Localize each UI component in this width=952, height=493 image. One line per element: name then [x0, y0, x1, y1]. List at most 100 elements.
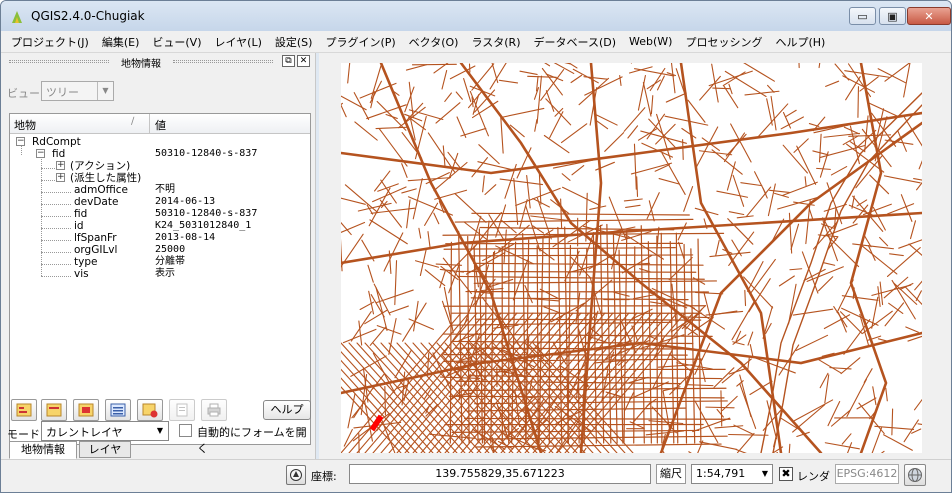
expand-tree-icon: [16, 403, 32, 417]
attribute-value: K24_5031012840_1: [155, 220, 252, 231]
identify-tree[interactable]: 地物 ∕ 値 − RdCompt − fid 50310-12840-s-837…: [9, 113, 311, 445]
qgis-window: QGIS2.4.0-Chugiak ▭ ▣ ✕ プロジェクト(J) 編集(E) …: [0, 0, 952, 493]
window-title: QGIS2.4.0-Chugiak: [31, 9, 145, 23]
tree-row-actions[interactable]: + (アクション): [10, 160, 310, 172]
panel-header: 地物情報 ⧉ ✕: [1, 53, 316, 70]
tree-row-attribute[interactable]: type 分離帯: [10, 256, 310, 268]
attribute-key: lfSpanFr: [74, 232, 117, 244]
projection-button[interactable]: [904, 464, 926, 486]
auto-open-form-checkbox[interactable]: [179, 424, 192, 437]
attribute-key: id: [74, 220, 84, 232]
expand-icon[interactable]: +: [56, 161, 65, 170]
panel-close-button[interactable]: ✕: [297, 55, 310, 67]
scale-combo[interactable]: 1:54,791 ▼: [691, 464, 773, 484]
expand-tree-button[interactable]: [11, 399, 37, 421]
sort-indicator-icon: ∕: [131, 116, 135, 127]
qgis-logo-icon: [12, 11, 22, 23]
chevron-down-icon: ▼: [761, 469, 769, 478]
maximize-button[interactable]: ▣: [879, 7, 906, 25]
close-button[interactable]: ✕: [907, 7, 951, 25]
auto-open-form-label: 自動的にフォームを開く: [197, 426, 307, 455]
identify-panel: 地物情報 ⧉ ✕ ビュー ツリー ▼ 地物 ∕ 値 − RdCompt − fi…: [1, 53, 316, 492]
tab-identify[interactable]: 地物情報: [9, 441, 77, 459]
panel-float-button[interactable]: ⧉: [282, 55, 295, 67]
menu-layer[interactable]: レイヤ(L): [214, 34, 261, 50]
render-checkbox[interactable]: ✖: [779, 467, 793, 481]
tree-derived-label: (派生した属性): [70, 172, 142, 184]
attribute-key: orgGILvl: [74, 244, 118, 256]
tree-row-attribute[interactable]: fid 50310-12840-s-837: [10, 208, 310, 220]
tree-fid-value: 50310-12840-s-837: [155, 148, 258, 159]
tree-row-attribute[interactable]: id K24_5031012840_1: [10, 220, 310, 232]
tree-actions-label: (アクション): [70, 160, 131, 172]
expand-icon[interactable]: +: [56, 173, 65, 182]
expand-new-button[interactable]: [73, 399, 99, 421]
tree-row-fid[interactable]: − fid 50310-12840-s-837: [10, 148, 310, 160]
clear-results-button[interactable]: [137, 399, 163, 421]
panel-title: 地物情報: [121, 59, 161, 70]
tab-layers[interactable]: レイヤ: [79, 441, 131, 458]
column-header-feature[interactable]: 地物: [14, 117, 36, 133]
mode-label: モード: [7, 428, 40, 441]
messages-button[interactable]: [286, 465, 306, 485]
selected-feature[interactable]: [369, 414, 384, 432]
menu-view[interactable]: ビュー(V): [152, 34, 201, 50]
menu-raster[interactable]: ラスタ(R): [471, 34, 520, 50]
copy-icon: [176, 403, 188, 417]
attribute-key: devDate: [74, 196, 119, 208]
attribute-value: 25000: [155, 244, 186, 255]
tree-fid-key: fid: [52, 148, 66, 160]
collapse-tree-button[interactable]: [41, 399, 67, 421]
menu-settings[interactable]: 設定(S): [275, 34, 313, 50]
menu-project[interactable]: プロジェクト(J): [11, 34, 89, 50]
expand-new-icon: [78, 403, 94, 417]
view-select-value: ツリー: [46, 86, 79, 99]
copy-button[interactable]: [169, 399, 195, 421]
view-select[interactable]: ツリー ▼: [41, 81, 114, 101]
road-network-layer: [341, 63, 922, 453]
attribute-value: 分離帯: [155, 256, 185, 267]
panel-grip-right[interactable]: [173, 60, 273, 63]
chevron-down-icon: ▼: [97, 82, 113, 100]
tree-root-label: RdCompt: [32, 136, 81, 148]
tree-row-attribute[interactable]: devDate 2014-06-13: [10, 196, 310, 208]
tree-row-root[interactable]: − RdCompt: [10, 136, 310, 148]
tree-row-attribute[interactable]: admOffice 不明: [10, 184, 310, 196]
scale-value: 1:54,791: [696, 467, 746, 480]
view-list-button[interactable]: [105, 399, 131, 421]
print-icon: [207, 403, 221, 417]
menu-web[interactable]: Web(W): [629, 35, 672, 48]
attribute-value: 2014-06-13: [155, 196, 216, 207]
collapse-tree-icon: [46, 403, 62, 417]
tree-row-attribute[interactable]: lfSpanFr 2013-08-14: [10, 232, 310, 244]
attribute-key: fid: [74, 208, 88, 220]
map-canvas[interactable]: [341, 63, 922, 453]
mode-select-value: カレントレイヤ: [46, 426, 123, 439]
panel-grip[interactable]: [9, 60, 109, 63]
menu-help[interactable]: ヘルプ(H): [775, 34, 825, 50]
view-label: ビュー: [7, 87, 40, 100]
list-icon: [110, 403, 126, 417]
tree-row-derived[interactable]: + (派生した属性): [10, 172, 310, 184]
menu-plugins[interactable]: プラグイン(P): [325, 34, 395, 50]
crs-status-button[interactable]: EPSG:4612: [835, 464, 899, 484]
tree-row-attribute[interactable]: vis 表示: [10, 268, 310, 280]
status-bar: 座標: 139.755829,35.671223 縮尺 1:54,791 ▼ ✖…: [1, 459, 951, 492]
menu-vector[interactable]: ベクタ(O): [409, 34, 459, 50]
coordinate-field[interactable]: 139.755829,35.671223: [349, 464, 651, 484]
minimize-button[interactable]: ▭: [849, 7, 876, 25]
collapse-icon[interactable]: −: [16, 137, 25, 146]
attribute-value: 2013-08-14: [155, 232, 216, 243]
collapse-icon[interactable]: −: [36, 149, 45, 158]
coordinate-label: 座標:: [311, 470, 337, 483]
print-button[interactable]: [201, 399, 227, 421]
menu-processing[interactable]: プロセッシング: [685, 34, 762, 50]
tree-row-attribute[interactable]: orgGILvl 25000: [10, 244, 310, 256]
menu-bar: プロジェクト(J) 編集(E) ビュー(V) レイヤ(L) 設定(S) プラグイ…: [1, 31, 951, 53]
render-label: レンダ: [797, 470, 830, 483]
menu-edit[interactable]: 編集(E): [102, 34, 140, 50]
help-button[interactable]: ヘルプ: [263, 400, 311, 420]
mode-select[interactable]: カレントレイヤ ▼: [41, 421, 169, 441]
column-header-value[interactable]: 値: [155, 117, 166, 133]
menu-database[interactable]: データベース(D): [534, 34, 617, 50]
